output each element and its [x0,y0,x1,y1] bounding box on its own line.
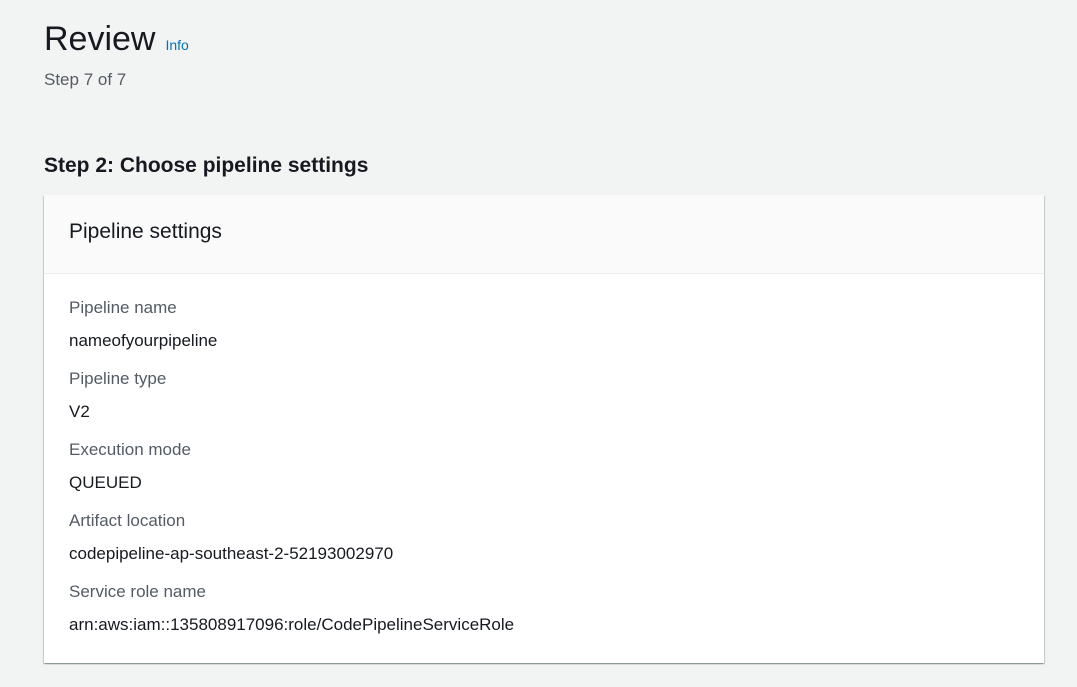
field-label: Service role name [69,582,207,601]
field-value: V2 [69,402,90,421]
field-value: QUEUED [69,473,142,492]
field-label: Artifact location [69,511,186,530]
field-label: Pipeline type [69,369,167,388]
step-indicator: Step 7 of 7 [44,70,127,89]
field-service-role-name: Service role name arn:aws:iam::135808917… [69,580,1044,651]
title-row: Review Info [44,18,189,60]
panel-header: Pipeline settings [44,195,1044,274]
field-label: Execution mode [69,440,191,459]
field-execution-mode: Execution mode QUEUED [69,438,1044,509]
page-header: Review Info [44,18,189,60]
field-value: codepipeline-ap-southeast-2-52193002970 [69,544,394,563]
field-pipeline-type: Pipeline type V2 [69,367,1044,438]
field-label: Pipeline name [69,298,177,317]
pipeline-settings-panel: Pipeline settings Pipeline name nameofyo… [44,195,1044,663]
panel-body: Pipeline name nameofyourpipeline Pipelin… [44,274,1044,651]
field-value: arn:aws:iam::135808917096:role/CodePipel… [69,615,515,634]
field-pipeline-name: Pipeline name nameofyourpipeline [69,296,1044,367]
field-artifact-location: Artifact location codepipeline-ap-southe… [69,509,1044,580]
page-title: Review [44,20,156,58]
field-value: nameofyourpipeline [69,331,218,350]
info-link[interactable]: Info [165,37,188,53]
panel-title: Pipeline settings [69,220,222,243]
section-heading: Step 2: Choose pipeline settings [44,154,369,177]
